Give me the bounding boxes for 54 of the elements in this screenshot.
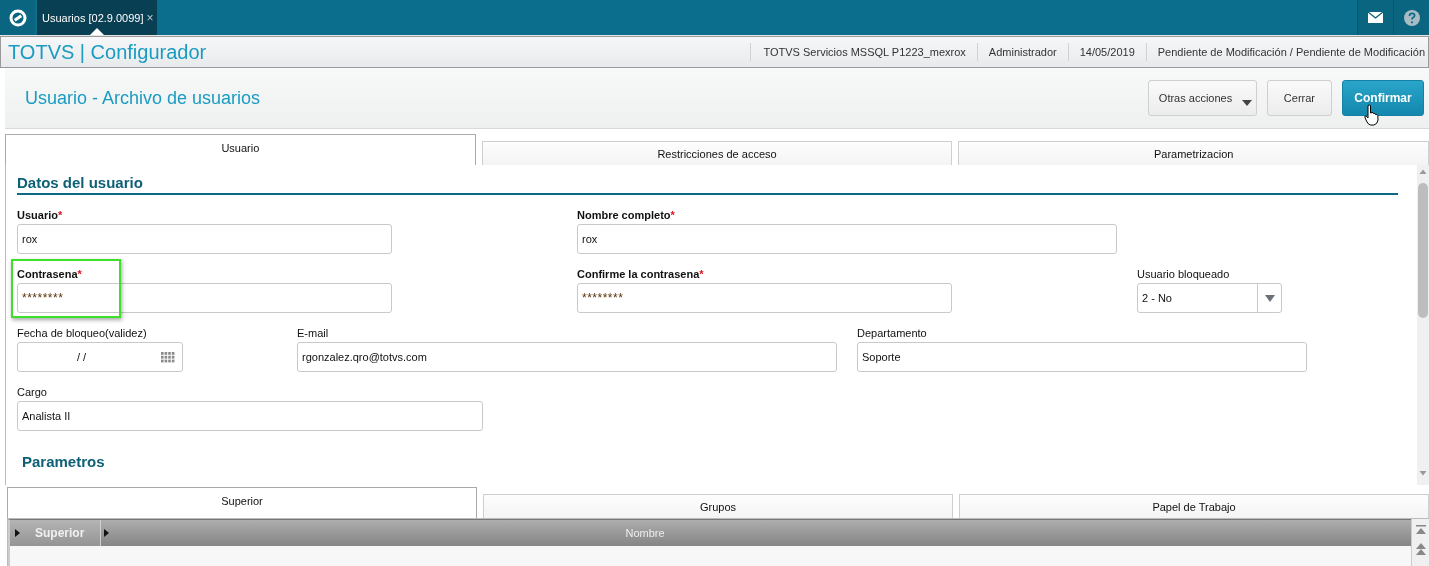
more-actions-button[interactable]: Otras acciones [1147, 80, 1257, 116]
text-field[interactable]: Soporte [857, 342, 1307, 372]
header-info: Pendiente de Modificación / Pendiente de Modificación [1156, 45, 1426, 60]
help-button[interactable] [1393, 0, 1429, 35]
field-label: Usuario* [17, 209, 63, 222]
text-field[interactable]: Analista II [17, 401, 483, 431]
form-tab[interactable]: Restricciones de acceso [481, 141, 953, 165]
required-mark: * [77, 268, 82, 280]
form-tab[interactable]: Parametrizacion [958, 141, 1429, 165]
mail-button[interactable] [1357, 0, 1393, 35]
required-mark: * [670, 209, 675, 221]
expand-icon[interactable] [104, 529, 109, 537]
caret-icon [1241, 100, 1252, 106]
detail-tab[interactable]: Superior [7, 487, 477, 518]
select-field[interactable]: 2 - No [1137, 283, 1282, 313]
field-label: Usuario bloqueado [1137, 268, 1230, 281]
help-icon [1403, 9, 1420, 26]
field-label: Confirme la contrasena* [577, 268, 704, 281]
mail-icon [1368, 12, 1383, 23]
close-button[interactable]: Cerrar [1266, 80, 1332, 116]
field-label: Cargo [17, 386, 47, 399]
scroll-up-icon[interactable] [1414, 543, 1427, 555]
dropdown-icon [1264, 294, 1275, 302]
field-label: Fecha de bloqueo(validez) [17, 327, 147, 340]
field-label: Contrasena* [17, 268, 82, 281]
expand-icon[interactable] [15, 529, 20, 537]
text-field[interactable]: rgonzalez.qro@totvs.com [297, 342, 837, 372]
field-label: E-mail [297, 327, 329, 340]
password-field[interactable]: ******** [17, 283, 392, 313]
field-label: Nombre completo* [577, 209, 675, 222]
text-field[interactable]: rox [577, 224, 1117, 254]
app-tab[interactable]: Usuarios [02.9.0099] × [37, 0, 157, 35]
page-title: Usuario - Archivo de usuarios [25, 87, 261, 109]
calendar-icon[interactable] [161, 351, 175, 363]
password-field[interactable]: ******** [577, 283, 952, 313]
app-title: TOTVS | Configurador [8, 40, 207, 64]
header-info: TOTVS Servicios MSSQL P1223_mexrox [752, 43, 978, 61]
text-field[interactable]: rox [17, 224, 392, 254]
required-mark: * [699, 268, 704, 280]
header-info: Administrador [977, 43, 1069, 61]
section-heading: Parametros [22, 454, 105, 470]
detail-tab[interactable]: Papel de Trabajo [959, 494, 1429, 518]
section-heading: Datos del usuario [17, 175, 143, 191]
scrollbar[interactable] [1417, 165, 1429, 485]
date-field[interactable]: / / [17, 342, 183, 372]
form-tab[interactable]: Usuario [5, 134, 476, 165]
required-mark: * [57, 209, 63, 221]
scroll-top-icon[interactable] [1414, 525, 1427, 535]
hand-cursor-icon [1364, 104, 1380, 126]
close-button[interactable]: × [146, 10, 154, 25]
logo-icon[interactable] [8, 8, 27, 27]
detail-tab[interactable]: Grupos [483, 494, 953, 518]
field-label: Departamento [857, 327, 927, 340]
header-info: 14/05/2019 [1068, 43, 1147, 61]
